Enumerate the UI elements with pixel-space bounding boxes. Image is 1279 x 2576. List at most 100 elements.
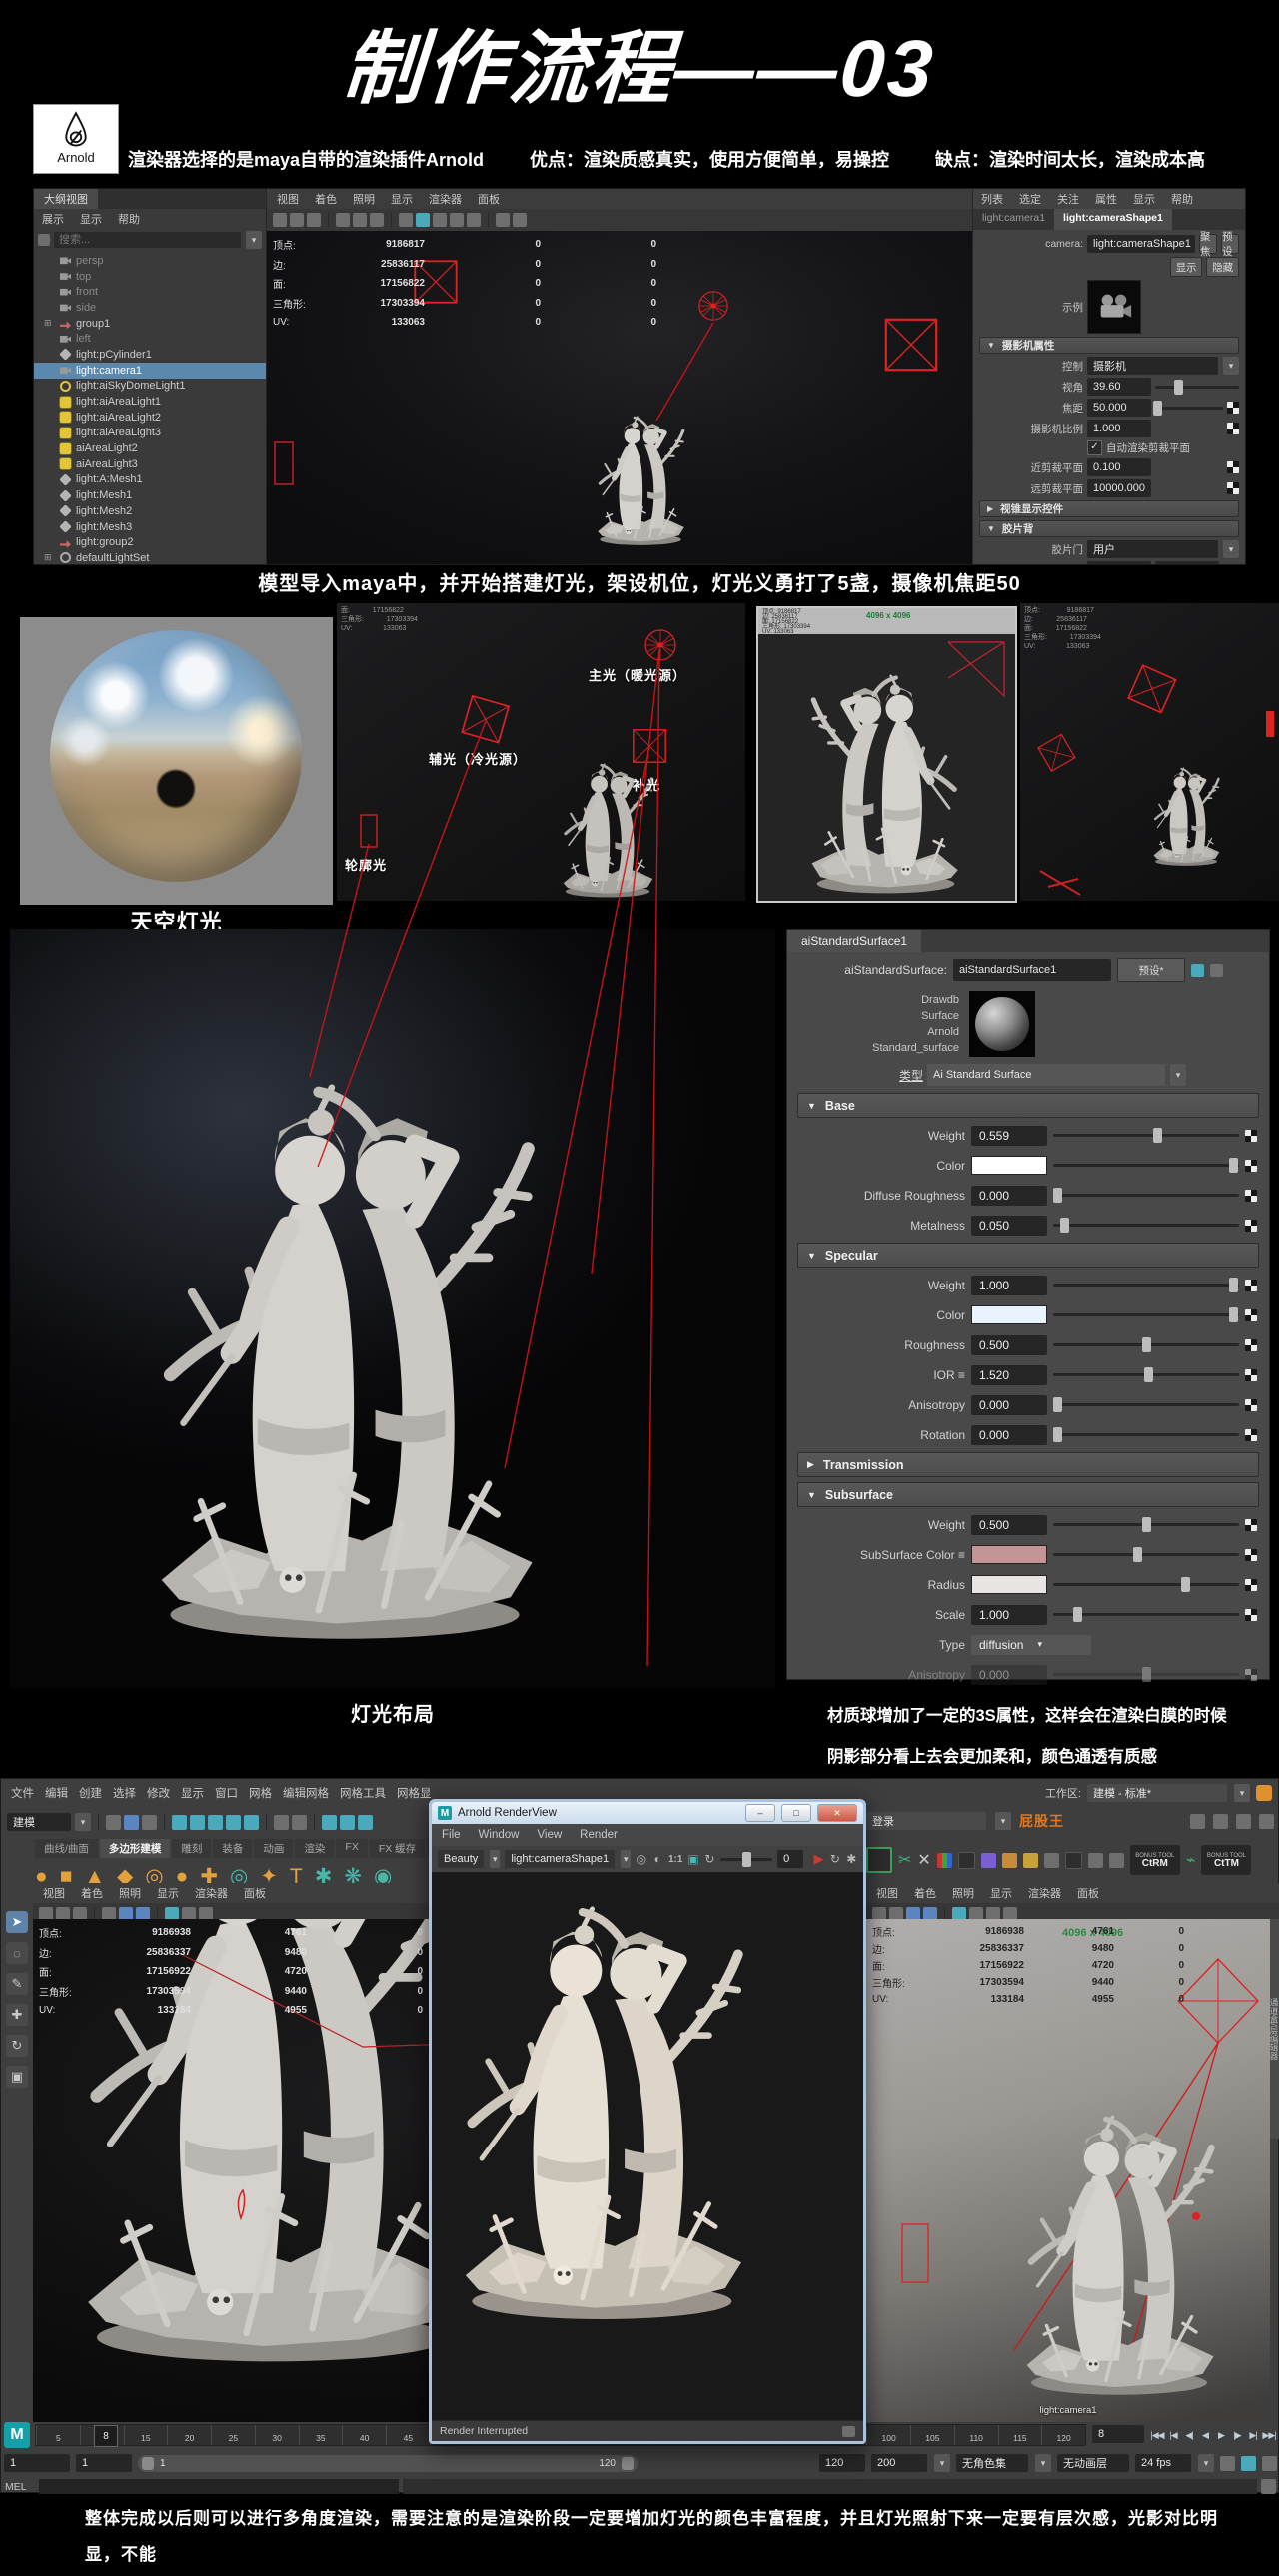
- outliner-toggle-icon[interactable]: [1213, 1813, 1228, 1829]
- far-clip-field[interactable]: 10000.000: [1087, 479, 1151, 497]
- minimize-button[interactable]: –: [745, 1804, 775, 1822]
- value-slider[interactable]: [1053, 1607, 1239, 1622]
- viewport-menu-item[interactable]: 显示: [391, 191, 413, 207]
- viewport-menu-item[interactable]: 渲染器: [1028, 1885, 1061, 1901]
- renderview-menu-item[interactable]: Render: [580, 1829, 618, 1841]
- section-frustum[interactable]: ▶ 视锥显示控件: [979, 500, 1239, 517]
- viewport-menu-item[interactable]: 照明: [952, 1885, 974, 1901]
- value-slider[interactable]: [1053, 1667, 1239, 1682]
- camera-icon[interactable]: [273, 213, 287, 227]
- tab-camerashape1[interactable]: light:cameraShape1: [1054, 209, 1172, 230]
- shelf-tab[interactable]: 多边形建模: [99, 1839, 171, 1858]
- outliner-menu-item[interactable]: 展示: [42, 211, 64, 227]
- value-slider[interactable]: [1053, 1547, 1239, 1562]
- texture-map-button[interactable]: [1227, 402, 1239, 414]
- expand-icon[interactable]: ⊞: [44, 318, 55, 329]
- section-camera-attributes[interactable]: ▼ 摄影机属性: [979, 337, 1239, 354]
- isolate-icon[interactable]: [496, 213, 510, 227]
- outliner-item[interactable]: light:pCylinder1: [34, 347, 266, 363]
- aperture-in-1[interactable]: 1.417: [1087, 561, 1151, 564]
- texture-map-button[interactable]: [1245, 1428, 1257, 1441]
- camera-dropdown[interactable]: light:cameraShape1: [505, 1850, 616, 1868]
- main-menu-item[interactable]: 编辑: [45, 1785, 68, 1801]
- playback-end-field[interactable]: 120: [819, 2454, 865, 2472]
- shelf-tab[interactable]: 装备: [213, 1839, 253, 1858]
- curve-icon[interactable]: [1108, 1852, 1124, 1868]
- outliner-item[interactable]: light:A:Mesh1: [34, 472, 266, 488]
- fov-field[interactable]: 39.60: [1087, 378, 1151, 396]
- texture-map-button[interactable]: [1245, 1279, 1257, 1291]
- texture-map-button[interactable]: [1245, 1308, 1257, 1321]
- main-menu-item[interactable]: 编辑网格: [283, 1785, 329, 1801]
- shelf-tab[interactable]: FX 缓存: [369, 1839, 426, 1858]
- axis-icon[interactable]: [936, 1852, 952, 1868]
- exposure-slider[interactable]: [720, 1851, 773, 1867]
- auto-clip-checkbox[interactable]: ✓: [1087, 440, 1102, 455]
- texture-map-button[interactable]: [1245, 1219, 1257, 1232]
- attribute-menu-item[interactable]: 显示: [1133, 191, 1155, 207]
- value-slider[interactable]: [1053, 1577, 1239, 1592]
- value-field[interactable]: 1.000: [971, 1604, 1047, 1625]
- pen-icon[interactable]: [307, 213, 321, 227]
- viewport-menu-item[interactable]: 视图: [876, 1885, 898, 1901]
- preferences-gear-icon[interactable]: [1262, 2455, 1277, 2471]
- texture-map-button[interactable]: [1245, 1578, 1257, 1591]
- render-icon[interactable]: [322, 1814, 337, 1830]
- texture-map-button[interactable]: [1245, 1129, 1257, 1142]
- near-clip-field[interactable]: 0.100: [1087, 458, 1151, 476]
- fps-dropdown[interactable]: 24 fps: [1135, 2454, 1191, 2472]
- viewport-menu-item[interactable]: 显示: [157, 1885, 179, 1901]
- script-editor-icon[interactable]: [1261, 2479, 1276, 2494]
- anim-end-field[interactable]: 200: [871, 2454, 927, 2472]
- outliner-item[interactable]: aiAreaLight3: [34, 456, 266, 472]
- autokey-icon[interactable]: [1241, 2455, 1256, 2471]
- section-film-back[interactable]: ▼ 胶片背: [979, 520, 1239, 537]
- loop-icon[interactable]: ↻: [829, 1852, 840, 1866]
- checker-icon[interactable]: [866, 1847, 892, 1873]
- value-field[interactable]: 1.520: [971, 1364, 1047, 1385]
- camera-icon[interactable]: [842, 2425, 855, 2437]
- render-settings-icon[interactable]: [358, 1814, 373, 1830]
- anim-start-field[interactable]: 1: [4, 2454, 70, 2472]
- outliner-item[interactable]: aiAreaLight2: [34, 440, 266, 456]
- color-swatch[interactable]: [971, 1575, 1047, 1594]
- value-slider[interactable]: [1053, 1337, 1239, 1352]
- anim-layer-dropdown[interactable]: 无动画层: [1057, 2454, 1129, 2472]
- shelf-tab[interactable]: 雕刻: [172, 1839, 212, 1858]
- lock-icon[interactable]: [274, 1814, 289, 1830]
- outliner-item[interactable]: side: [34, 300, 266, 316]
- viewport-menu-item[interactable]: 着色: [81, 1885, 103, 1901]
- texture-map-button[interactable]: [1227, 461, 1239, 473]
- preset-button[interactable]: 预设*: [1117, 958, 1185, 982]
- bookmark-icon[interactable]: [290, 213, 304, 227]
- outliner-menu-item[interactable]: 显示: [80, 211, 102, 227]
- snap-plane-icon[interactable]: [226, 1814, 241, 1830]
- main-menu-item[interactable]: 显示: [181, 1785, 204, 1801]
- main-menu-item[interactable]: 文件: [11, 1785, 34, 1801]
- color-swatch[interactable]: [971, 1545, 1047, 1564]
- viewport-canvas[interactable]: 顶点: 9186817 0 0 边: 25836117 0 0 面: 17156822 0 0 三…: [267, 231, 972, 564]
- viewport-right-canvas[interactable]: 顶点: 9186938 4761 0 边: 25836337 9480 0 面: 171569…: [866, 1919, 1270, 2422]
- swatch-icon[interactable]: [1191, 963, 1204, 977]
- playback-button[interactable]: ▶: [1214, 2430, 1228, 2441]
- outliner-menu-item[interactable]: 帮助: [118, 211, 140, 227]
- select-object-icon[interactable]: [124, 1814, 139, 1830]
- select-icon[interactable]: [106, 1814, 121, 1830]
- outliner-item[interactable]: ⊞ defaultLightSet: [34, 550, 266, 564]
- viewport-menu-item[interactable]: 视图: [277, 191, 299, 207]
- range-end-handle[interactable]: [622, 2456, 634, 2470]
- outliner-tab[interactable]: 大纲视图: [34, 189, 98, 209]
- refresh-icon[interactable]: ↻: [704, 1852, 715, 1866]
- zoom-ratio[interactable]: 1:1: [668, 1854, 682, 1865]
- outliner-item[interactable]: light:aiSkyDomeLight1: [34, 379, 266, 395]
- bonus-tool-ctrm[interactable]: BONUS TOOL CtRM: [1129, 1845, 1180, 1875]
- shelf-tab[interactable]: FX: [336, 1839, 368, 1858]
- value-field[interactable]: 0.000: [971, 1424, 1047, 1445]
- loop-icon[interactable]: [1220, 2455, 1235, 2471]
- attribute-menu-item[interactable]: 属性: [1095, 191, 1117, 207]
- outliner-item[interactable]: left: [34, 331, 266, 347]
- film-gate-dropdown[interactable]: 用户: [1087, 540, 1218, 558]
- value-field[interactable]: 0.000: [971, 1185, 1047, 1206]
- playback-button[interactable]: ▶▶|: [1262, 2430, 1276, 2441]
- ipr-icon[interactable]: [340, 1814, 355, 1830]
